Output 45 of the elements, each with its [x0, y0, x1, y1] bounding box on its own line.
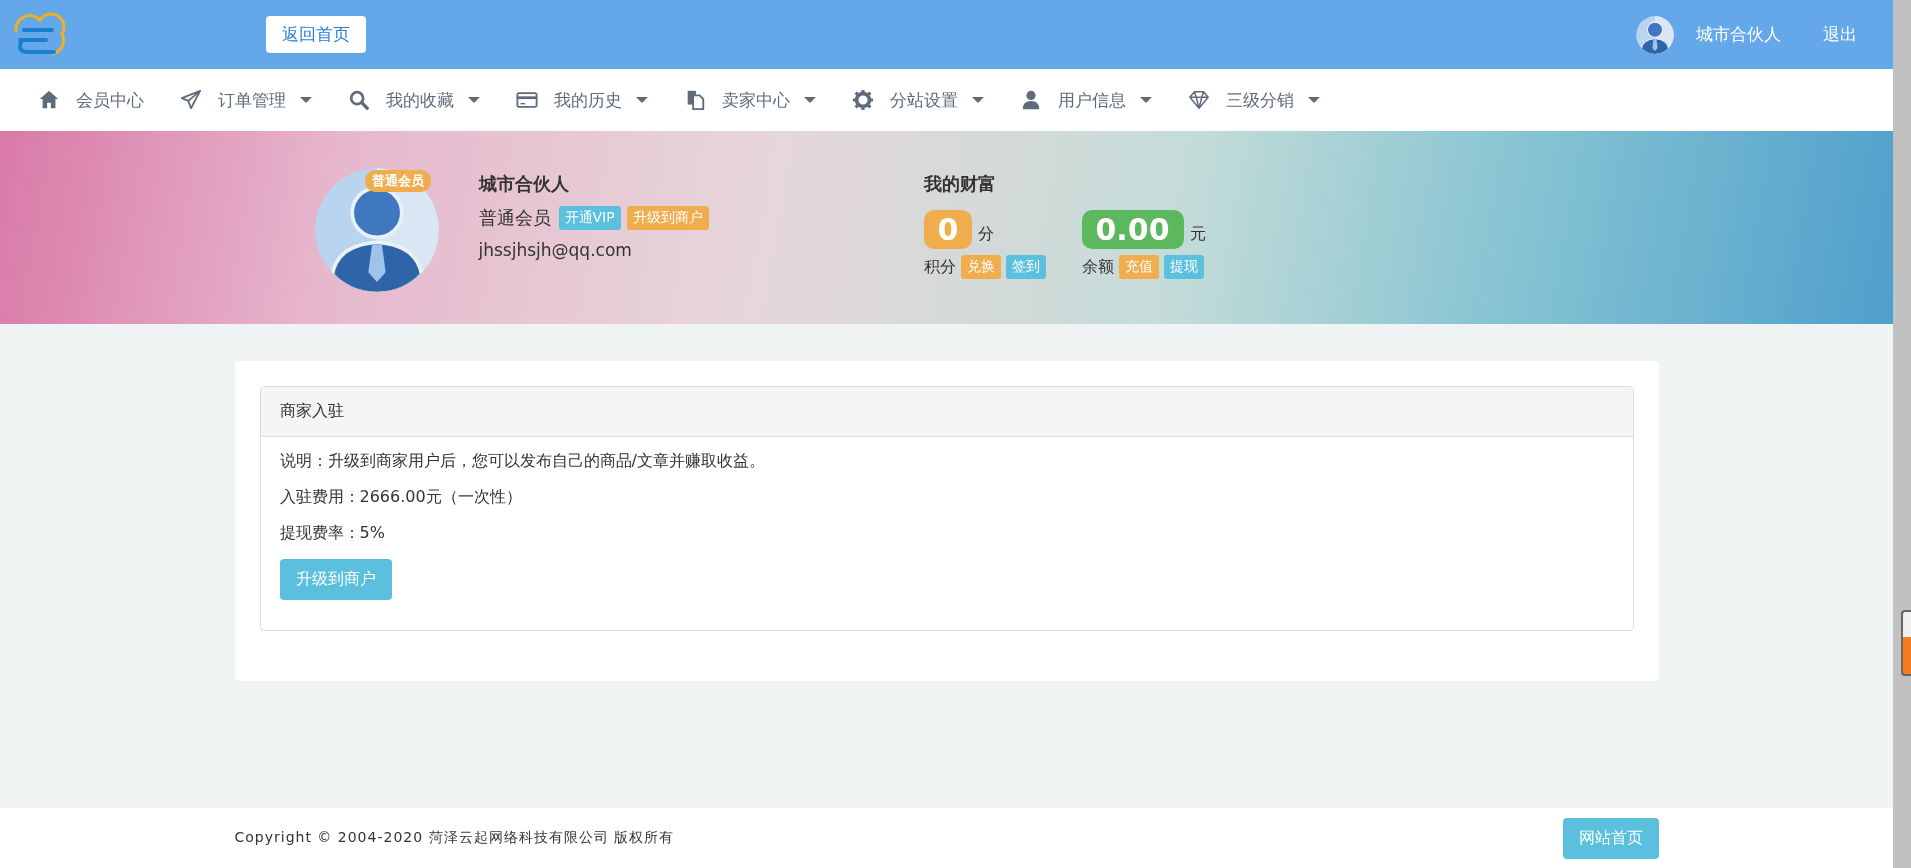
- action-button[interactable]: 兑换: [960, 255, 1001, 279]
- site-home-button[interactable]: 网站首页: [1562, 817, 1659, 859]
- nav-menu-item[interactable]: 我的历史: [516, 88, 648, 112]
- info-text: 入驻费用：2666.00元（一次性）: [279, 487, 523, 508]
- value-badge: 0.00: [1081, 210, 1184, 249]
- nav-menu-item[interactable]: 三级分销: [1188, 88, 1320, 112]
- logout-link[interactable]: 退出: [1823, 23, 1857, 46]
- nav-menu-item[interactable]: 卖家中心: [684, 88, 816, 112]
- tag-button[interactable]: 开通VIP: [558, 206, 621, 230]
- member-badge: 普通会员: [364, 170, 431, 192]
- upgrade-button[interactable]: 升级到商户: [279, 559, 392, 600]
- member-level: 普通会员: [478, 206, 551, 230]
- nav-menu-item[interactable]: 订单管理: [180, 88, 312, 112]
- copyright-text: Copyright © 2004-2020 菏泽云起网络科技有限公司 版权所有: [234, 829, 675, 847]
- user-name: 城市合伙人: [478, 172, 570, 196]
- nav-menu-item[interactable]: 会员中心: [38, 88, 144, 112]
- paper-plane-icon: [180, 89, 202, 111]
- scrollbar[interactable]: [1893, 0, 1911, 868]
- side-tab-icon[interactable]: [1901, 610, 1911, 676]
- email-text: jhssjhsjh@qq.com: [478, 240, 633, 260]
- credit-card-icon: [516, 89, 538, 111]
- info-text: 提现费率：5%: [279, 523, 386, 544]
- user-name-link[interactable]: 城市合伙人: [1696, 23, 1781, 46]
- value-badge: 0: [923, 210, 973, 249]
- action-button[interactable]: 充值: [1118, 255, 1159, 279]
- home-icon: [38, 89, 60, 111]
- account-label: 积分: [923, 256, 956, 278]
- home-button[interactable]: 返回首页: [266, 16, 366, 53]
- tag-button[interactable]: 升级到商户: [626, 206, 709, 230]
- user-icon: [1020, 89, 1042, 111]
- account-label: 余额: [1081, 256, 1114, 278]
- action-button[interactable]: 签到: [1005, 255, 1046, 279]
- nav-menu-item[interactable]: 我的收藏: [348, 88, 480, 112]
- panel-heading: 商家入驻: [260, 387, 1633, 437]
- avatar-icon: [1636, 15, 1674, 54]
- info-text: 说明：升级到商家用户后，您可以发布自己的商品/文章并赚取收益。: [279, 451, 766, 472]
- search-icon: [348, 89, 370, 111]
- diamond-icon: [1188, 89, 1210, 111]
- gear-icon: [852, 89, 874, 111]
- unit-text: 分: [978, 224, 995, 245]
- unit-text: 元: [1189, 224, 1206, 245]
- wealth-title: 我的财富: [923, 172, 997, 196]
- nav-menu-item[interactable]: 分站设置: [852, 88, 984, 112]
- nav-menu-item[interactable]: 用户信息: [1020, 88, 1152, 112]
- action-button[interactable]: 提现: [1163, 255, 1204, 279]
